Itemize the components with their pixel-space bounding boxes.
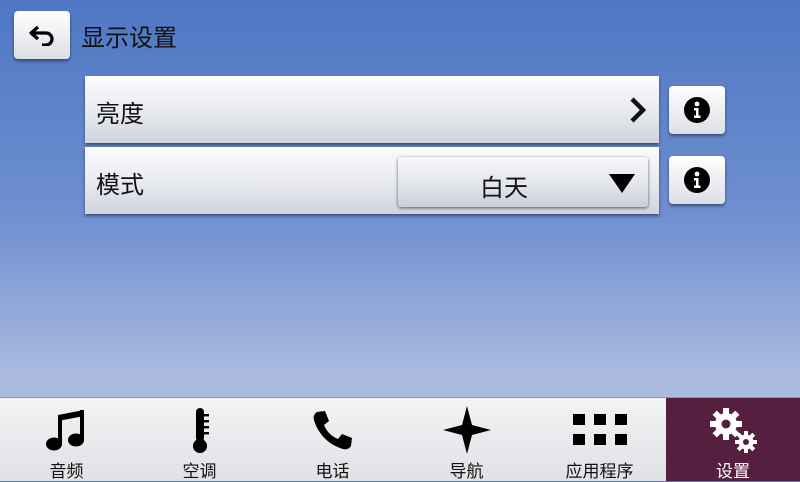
brightness-info-button[interactable] [669,86,725,134]
nav-settings-label: 设置 [716,462,750,482]
gears-icon [710,408,757,453]
triangle-down-icon [609,174,635,193]
mode-info-button[interactable] [669,156,725,204]
compass-star-icon [442,406,491,454]
nav-climate-label: 空调 [182,462,217,482]
thermometer-icon [192,408,209,453]
nav-apps-label: 应用程序 [565,462,634,482]
info-icon [684,167,710,193]
nav-navigation[interactable]: 导航 [400,398,533,482]
bottom-navbar: 音频 空调 电话 导航 应用程序 设置 [0,397,800,482]
apps-grid-icon [572,414,627,445]
nav-climate[interactable]: 空调 [133,398,266,482]
nav-phone[interactable]: 电话 [266,398,399,482]
mode-dropdown[interactable]: 白天 [398,157,648,207]
music-note-icon [45,410,84,451]
mode-row: 模式 白天 [85,147,659,214]
nav-phone-label: 电话 [315,462,350,482]
nav-navigation-label: 导航 [449,462,484,482]
nav-audio[interactable]: 音频 [0,398,133,482]
nav-apps[interactable]: 应用程序 [533,398,666,482]
nav-settings[interactable]: 设置 [666,398,800,482]
page-title: 显示设置 [81,24,177,52]
back-button[interactable] [14,11,70,59]
brightness-label: 亮度 [96,100,144,128]
info-icon [684,97,710,123]
nav-audio-label: 音频 [49,462,84,482]
mode-dropdown-value: 白天 [480,174,528,202]
brightness-row[interactable]: 亮度 [85,76,659,143]
chevron-right-icon [630,97,647,123]
mode-label: 模式 [96,171,144,199]
phone-icon [313,411,352,450]
back-arrow-icon [29,25,54,46]
